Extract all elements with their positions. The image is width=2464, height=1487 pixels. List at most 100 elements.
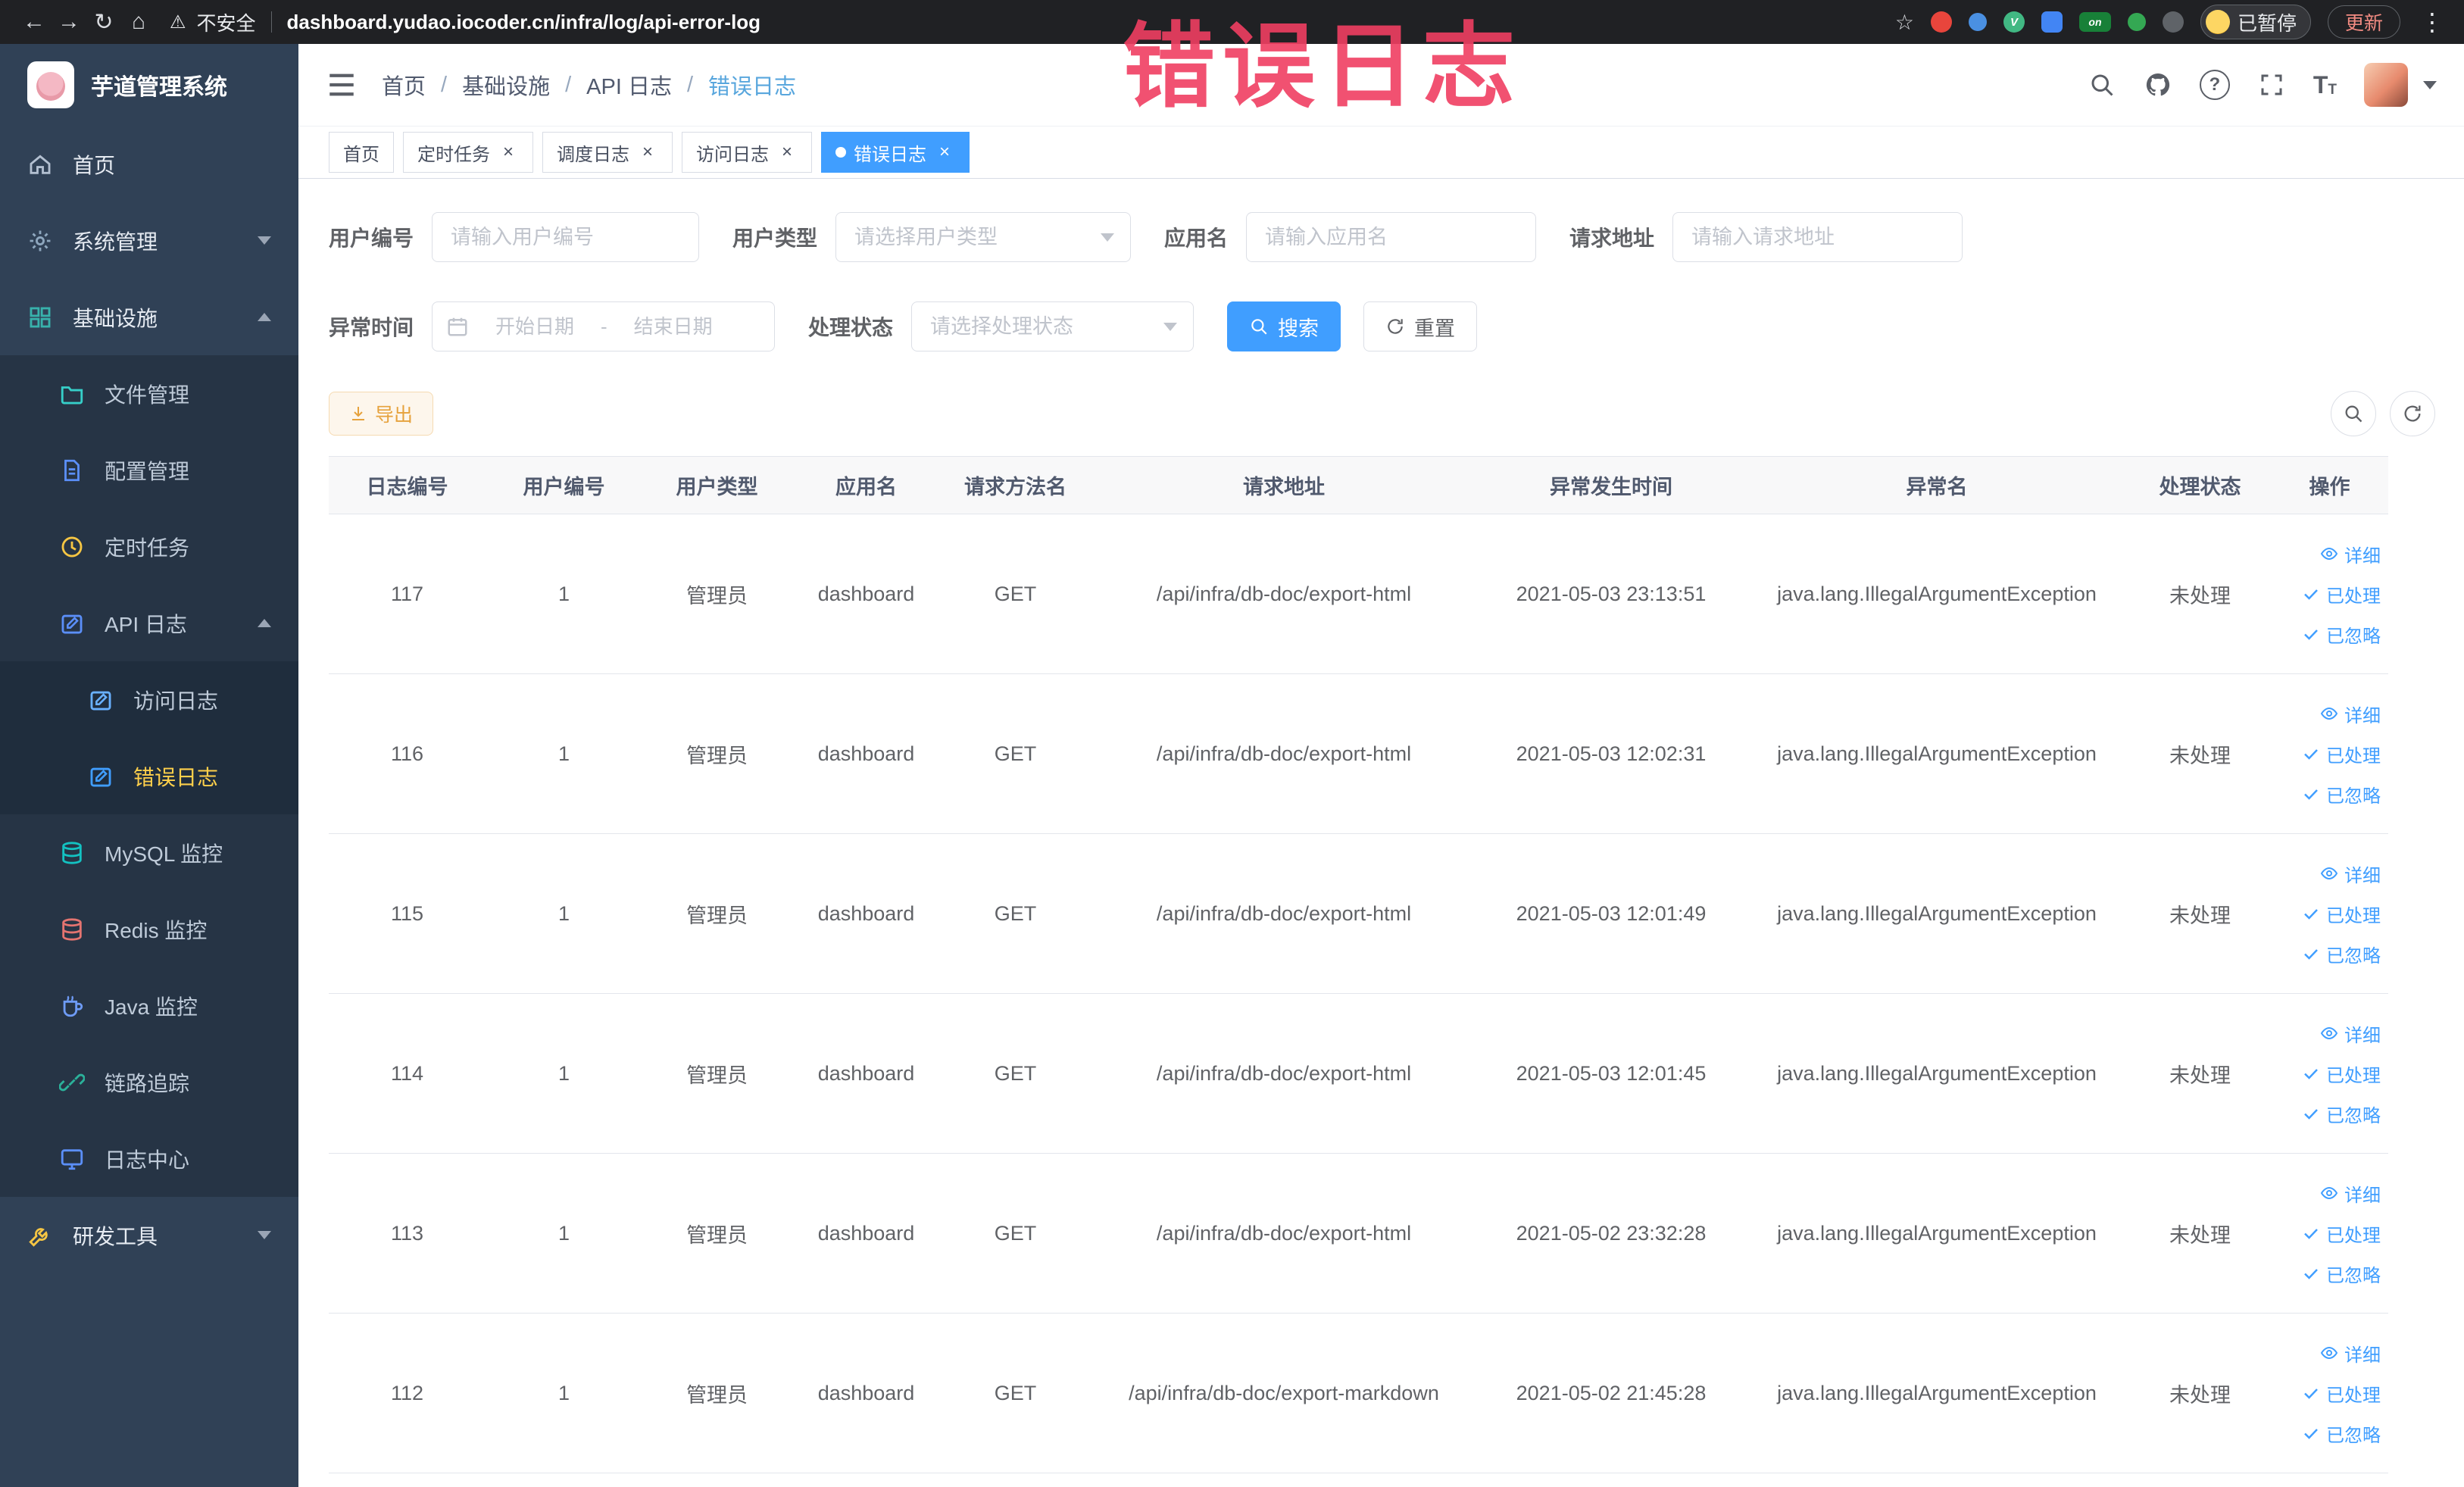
detail-label: 详细 bbox=[2344, 705, 2381, 726]
close-icon[interactable]: × bbox=[498, 142, 519, 163]
export-button[interactable]: 导出 bbox=[329, 392, 434, 436]
sidebar-item-file-manage[interactable]: 文件管理 bbox=[0, 355, 298, 432]
sidebar-item-redis-monitor[interactable]: Redis 监控 bbox=[0, 891, 298, 967]
extensions-menu-icon[interactable] bbox=[2162, 11, 2184, 33]
error-log-icon bbox=[88, 764, 114, 789]
sidebar-item-scheduled-jobs[interactable]: 定时任务 bbox=[0, 508, 298, 585]
cell-exception-name: java.lang.IllegalArgumentException bbox=[1744, 1153, 2129, 1314]
process-status-select-input[interactable] bbox=[911, 301, 1195, 351]
browser-home-icon[interactable]: ⌂ bbox=[121, 9, 156, 35]
process-status-select[interactable] bbox=[911, 301, 1195, 351]
extension-icon[interactable] bbox=[1968, 13, 1987, 31]
ignored-link[interactable]: 已忽略 bbox=[2302, 621, 2381, 648]
refresh-button[interactable] bbox=[2390, 391, 2435, 436]
hamburger-icon[interactable] bbox=[326, 69, 358, 101]
tab-label: 首页 bbox=[343, 144, 379, 165]
close-icon[interactable]: × bbox=[776, 142, 798, 163]
sidebar-item-dev-tools[interactable]: 研发工具 bbox=[0, 1197, 298, 1273]
request-url-input[interactable] bbox=[1672, 212, 1963, 262]
processed-link[interactable]: 已处理 bbox=[2302, 901, 2381, 927]
sidebar-item-api-log[interactable]: API 日志 bbox=[0, 585, 298, 661]
extension-icon[interactable] bbox=[1930, 11, 1952, 33]
security-label: 不安全 bbox=[196, 11, 256, 35]
address-bar[interactable]: ⚠ 不安全 dashboard.yudao.iocoder.cn/infra/l… bbox=[170, 8, 760, 36]
tab-error-log[interactable]: 错误日志 × bbox=[821, 132, 970, 173]
breadcrumb: 首页 / 基础设施 / API 日志 / 错误日志 bbox=[382, 69, 796, 101]
close-icon[interactable]: × bbox=[637, 142, 658, 163]
date-range-picker[interactable]: - bbox=[432, 301, 776, 351]
bookmark-star-icon[interactable]: ☆ bbox=[1895, 10, 1914, 35]
tab-scheduled-jobs[interactable]: 定时任务 × bbox=[403, 132, 533, 173]
app-logo[interactable]: 芋道管理系统 bbox=[0, 44, 298, 126]
chevron-down-icon bbox=[258, 236, 271, 245]
reload-icon[interactable]: ↻ bbox=[86, 9, 121, 36]
breadcrumb-infra[interactable]: 基础设施 bbox=[462, 69, 550, 101]
sidebar-item-system[interactable]: 系统管理 bbox=[0, 202, 298, 279]
processed-link[interactable]: 已处理 bbox=[2302, 741, 2381, 767]
reset-button[interactable]: 重置 bbox=[1363, 301, 1478, 351]
github-icon[interactable] bbox=[2144, 70, 2172, 99]
user-type-select[interactable] bbox=[835, 212, 1132, 262]
ignored-link[interactable]: 已忽略 bbox=[2302, 1101, 2381, 1127]
end-date-input[interactable] bbox=[614, 314, 732, 339]
sidebar-item-mysql-monitor[interactable]: MySQL 监控 bbox=[0, 814, 298, 891]
sidebar-item-access-log[interactable]: 访问日志 bbox=[0, 661, 298, 738]
column-header-request-url: 请求地址 bbox=[1090, 456, 1478, 514]
vue-devtools-icon[interactable]: V bbox=[2003, 11, 2025, 33]
search-button[interactable]: 搜索 bbox=[1227, 301, 1341, 351]
fullscreen-icon[interactable] bbox=[2257, 70, 2286, 99]
start-date-input[interactable] bbox=[476, 314, 594, 339]
help-icon[interactable]: ? bbox=[2199, 70, 2230, 100]
ignored-link[interactable]: 已忽略 bbox=[2302, 1420, 2381, 1447]
forward-icon[interactable]: → bbox=[52, 9, 86, 35]
user-type-select-input[interactable] bbox=[835, 212, 1132, 262]
breadcrumb-home[interactable]: 首页 bbox=[382, 69, 426, 101]
extension-icon[interactable] bbox=[2127, 13, 2146, 31]
detail-link[interactable]: 详细 bbox=[2320, 1020, 2381, 1047]
update-button[interactable]: 更新 bbox=[2327, 5, 2400, 39]
detail-link[interactable]: 详细 bbox=[2320, 1180, 2381, 1207]
tab-schedule-log[interactable]: 调度日志 × bbox=[542, 132, 673, 173]
processed-link[interactable]: 已处理 bbox=[2302, 1380, 2381, 1407]
ignored-link[interactable]: 已忽略 bbox=[2302, 781, 2381, 808]
search-toggle-button[interactable] bbox=[2331, 391, 2376, 436]
chevron-up-icon bbox=[258, 313, 271, 321]
search-icon[interactable] bbox=[2088, 70, 2116, 99]
processed-link[interactable]: 已处理 bbox=[2302, 1061, 2381, 1087]
processed-link[interactable]: 已处理 bbox=[2302, 581, 2381, 608]
user-id-input[interactable] bbox=[432, 212, 700, 262]
detail-link[interactable]: 详细 bbox=[2320, 541, 2381, 567]
sidebar-item-log-center[interactable]: 日志中心 bbox=[0, 1120, 298, 1197]
detail-label: 详细 bbox=[2344, 1345, 2381, 1366]
sync-paused-label: 已暂停 bbox=[2237, 11, 2297, 35]
ignored-link[interactable]: 已忽略 bbox=[2302, 1261, 2381, 1287]
detail-label: 详细 bbox=[2344, 865, 2381, 886]
font-size-icon[interactable]: T T bbox=[2313, 73, 2337, 97]
table-toolbar: 导出 bbox=[329, 391, 2435, 436]
sidebar-item-home[interactable]: 首页 bbox=[0, 126, 298, 202]
check-icon bbox=[2302, 1384, 2320, 1402]
extension-on-icon[interactable]: on bbox=[2078, 12, 2111, 32]
ignored-link[interactable]: 已忽略 bbox=[2302, 941, 2381, 967]
detail-link[interactable]: 详细 bbox=[2320, 861, 2381, 887]
detail-link[interactable]: 详细 bbox=[2320, 1340, 2381, 1367]
link-icon bbox=[59, 1070, 85, 1095]
tab-home[interactable]: 首页 bbox=[329, 132, 394, 173]
app-name-input[interactable] bbox=[1246, 212, 1537, 262]
back-icon[interactable]: ← bbox=[17, 9, 52, 35]
tab-access-log[interactable]: 访问日志 × bbox=[682, 132, 812, 173]
processed-link[interactable]: 已处理 bbox=[2302, 1220, 2381, 1247]
sidebar-item-infra[interactable]: 基础设施 bbox=[0, 279, 298, 355]
detail-link[interactable]: 详细 bbox=[2320, 701, 2381, 727]
profile-chip[interactable]: 已暂停 bbox=[2200, 5, 2311, 39]
user-avatar[interactable] bbox=[2364, 63, 2408, 107]
sidebar-item-config-manage[interactable]: 配置管理 bbox=[0, 432, 298, 508]
avatar-chevron-down-icon[interactable] bbox=[2423, 80, 2437, 89]
close-icon[interactable]: × bbox=[934, 142, 955, 163]
breadcrumb-api-log[interactable]: API 日志 bbox=[586, 69, 672, 101]
browser-menu-kebab-icon[interactable]: ⋮ bbox=[2417, 8, 2447, 36]
sidebar-item-trace[interactable]: 链路追踪 bbox=[0, 1044, 298, 1120]
sidebar-item-java-monitor[interactable]: Java 监控 bbox=[0, 967, 298, 1044]
extension-icon[interactable] bbox=[2041, 11, 2063, 33]
sidebar-item-error-log[interactable]: 错误日志 bbox=[0, 738, 298, 814]
